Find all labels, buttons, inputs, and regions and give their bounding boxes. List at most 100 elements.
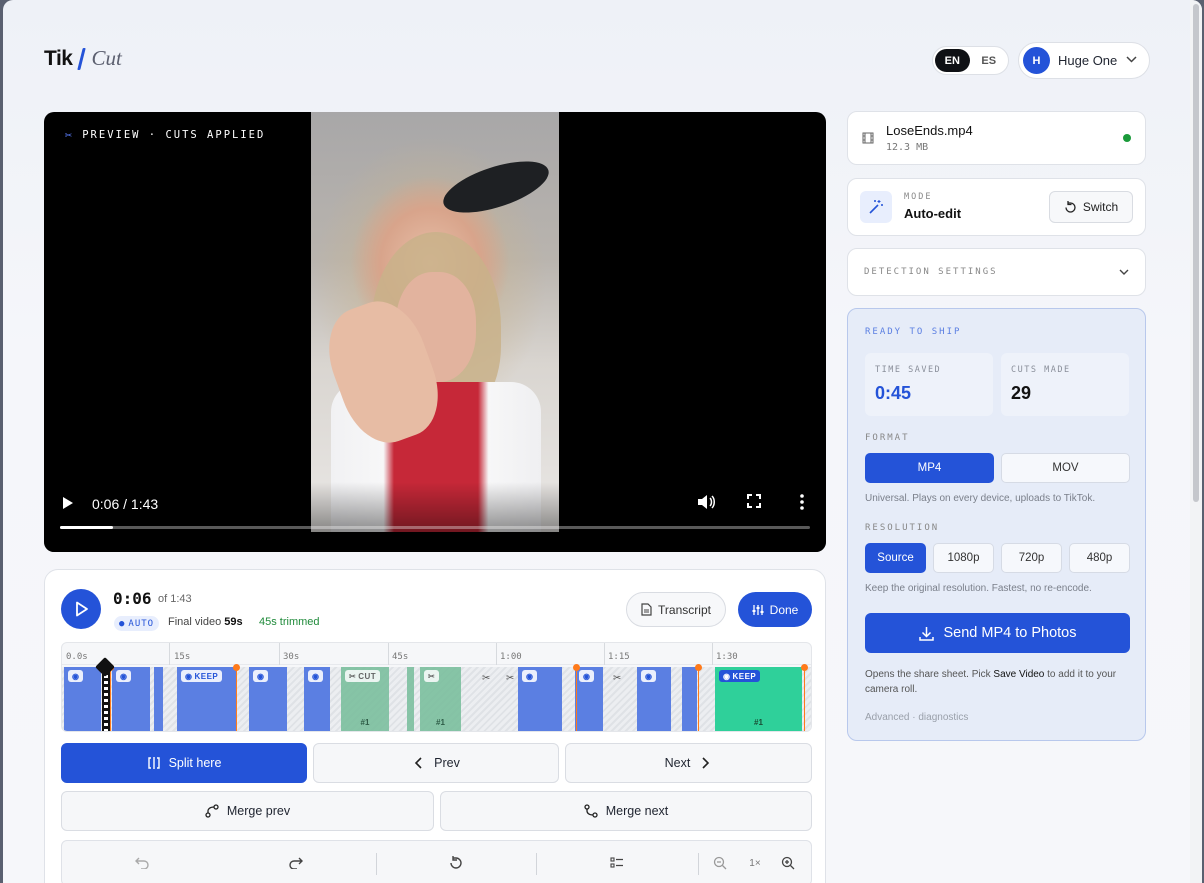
trim-marker[interactable]	[695, 664, 702, 731]
volume-icon[interactable]	[696, 494, 716, 514]
merge-next-button[interactable]: Merge next	[440, 791, 812, 831]
undo-icon[interactable]	[132, 853, 152, 873]
avatar: H	[1023, 47, 1050, 74]
logo-slash	[77, 47, 87, 70]
opens-before: Opens the share sheet. Pick	[865, 669, 991, 680]
player-progress-bar[interactable]	[60, 526, 810, 529]
play-icon[interactable]	[62, 496, 78, 512]
eye-icon: ◉	[641, 670, 657, 682]
keep-segment[interactable]: ◉	[637, 667, 671, 731]
status-dot	[1123, 134, 1131, 142]
trim-marker[interactable]	[801, 664, 808, 731]
trim-marker[interactable]	[233, 664, 240, 731]
scissors-icon[interactable]: ✂	[613, 673, 621, 684]
keep-segment[interactable]: ◉	[575, 667, 603, 731]
share-sheet-hint: Opens the share sheet. Pick Save Video t…	[865, 667, 1125, 697]
magic-wand-icon	[860, 191, 892, 223]
done-button[interactable]: Done	[738, 592, 812, 627]
file-name: LoseEnds.mp4	[886, 123, 973, 138]
app-logo[interactable]: Tik Cut	[44, 46, 122, 71]
send-to-photos-button[interactable]: Send MP4 to Photos	[865, 613, 1130, 653]
switch-mode-button[interactable]: Switch	[1049, 191, 1133, 223]
playhead[interactable]	[95, 657, 115, 731]
cut-segment[interactable]: ✂ #1	[420, 667, 461, 731]
reset-icon[interactable]	[446, 853, 466, 873]
mode-value: Auto-edit	[904, 206, 962, 221]
resolution-source-option[interactable]: Source	[865, 543, 926, 573]
eye-icon: ◉	[185, 671, 193, 681]
trim-marker[interactable]	[107, 664, 114, 731]
list-icon[interactable]	[607, 853, 627, 873]
keep-segment[interactable]: ◉ KEEP	[177, 667, 237, 731]
zoom-out-icon[interactable]	[710, 853, 730, 873]
toolbar-divider	[376, 853, 377, 875]
next-button[interactable]: Next	[565, 743, 812, 783]
keep-segment[interactable]: ◉	[249, 667, 287, 731]
resolution-label: RESOLUTION	[865, 523, 940, 533]
scrollbar-thumb[interactable]	[1193, 4, 1199, 502]
segment-number: #1	[754, 718, 763, 727]
cut-segment[interactable]: ✂ CUT #1	[341, 667, 389, 731]
lang-en-button[interactable]: EN	[935, 49, 970, 72]
resolution-720p-option[interactable]: 720p	[1001, 543, 1062, 573]
cut-segment[interactable]	[407, 667, 414, 731]
advanced-diagnostics-link[interactable]: Advanced · diagnostics	[865, 712, 968, 723]
more-options-icon[interactable]	[792, 494, 812, 514]
zoom-level: 1×	[749, 857, 761, 869]
time-saved-stat: TIME SAVED 0:45	[865, 353, 993, 416]
preview-label: ✂ PREVIEW · CUTS APPLIED	[65, 128, 265, 142]
timeline-track: ◉ ◉ ◉ KEEP ◉ ◉ ✂ CUT #1 ✂ #1 ✂ ✂ ◉ ◉ ✂ ◉…	[62, 664, 811, 731]
ruler-label: 1:00	[500, 652, 522, 662]
timeline[interactable]: 0.0s 15s 30s 45s 1:00 1:15 1:30 ◉ ◉ ◉ KEE…	[61, 642, 812, 732]
merge-prev-button[interactable]: Merge prev	[61, 791, 434, 831]
keep-segment[interactable]	[154, 667, 163, 731]
page-scrollbar[interactable]	[1190, 0, 1202, 883]
format-mp4-option[interactable]: MP4	[865, 453, 994, 483]
chevron-left-icon	[415, 757, 422, 769]
redo-icon[interactable]	[286, 853, 306, 873]
cuts-made-stat: CUTS MADE 29	[1001, 353, 1129, 416]
scissors-icon: ✂	[424, 670, 440, 682]
ruler-label: 30s	[283, 652, 300, 662]
time-saved-label: TIME SAVED	[875, 365, 942, 375]
zoom-in-icon[interactable]	[778, 853, 798, 873]
final-video-info: Final video 59s	[168, 616, 243, 628]
split-here-button[interactable]: Split here	[61, 743, 307, 783]
ruler-label: 45s	[392, 652, 409, 662]
ruler-label: 0.0s	[66, 652, 88, 662]
file-card: LoseEnds.mp4 12.3 MB	[847, 111, 1146, 165]
format-mov-option[interactable]: MOV	[1001, 453, 1130, 483]
final-video-value: 59s	[224, 616, 243, 628]
keep-segment[interactable]: ◉	[112, 667, 150, 731]
cuts-made-label: CUTS MADE	[1011, 365, 1071, 375]
transcript-button[interactable]: Transcript	[626, 592, 726, 627]
resolution-480p-option[interactable]: 480p	[1069, 543, 1130, 573]
scissors-icon[interactable]: ✂	[482, 673, 490, 684]
user-menu[interactable]: H Huge One	[1018, 42, 1150, 79]
ruler-tick	[604, 643, 605, 665]
trim-marker[interactable]	[573, 664, 580, 731]
prev-button[interactable]: Prev	[313, 743, 559, 783]
total-time: of 1:43	[158, 593, 192, 605]
next-label: Next	[664, 756, 691, 770]
time-saved-value: 0:45	[875, 383, 912, 403]
ruler-label: 1:15	[608, 652, 630, 662]
keep-segment[interactable]: ◉	[304, 667, 330, 731]
cut-chip-text: CUT	[358, 671, 377, 681]
lang-es-button[interactable]: ES	[972, 49, 1007, 72]
detection-settings-toggle[interactable]: DETECTION SETTINGS	[847, 248, 1146, 296]
video-player[interactable]: ✂ PREVIEW · CUTS APPLIED 0:06 / 1:43	[44, 112, 826, 552]
keep-segment[interactable]	[682, 667, 697, 731]
keep-segment[interactable]: ◉	[64, 667, 101, 731]
ruler-tick	[496, 643, 497, 665]
segment-number: #1	[360, 718, 370, 727]
keep-segment[interactable]: ◉	[518, 667, 562, 731]
resolution-1080p-option[interactable]: 1080p	[933, 543, 994, 573]
keep-segment-selected[interactable]: ◉ KEEP #1	[715, 667, 802, 731]
fullscreen-icon[interactable]	[744, 494, 764, 514]
keep-chip-text: KEEP	[194, 671, 219, 681]
scissors-icon[interactable]: ✂	[506, 673, 514, 684]
play-button[interactable]	[61, 589, 101, 629]
transcript-label: Transcript	[658, 602, 711, 617]
preview-label-text: PREVIEW · CUTS APPLIED	[82, 129, 266, 141]
